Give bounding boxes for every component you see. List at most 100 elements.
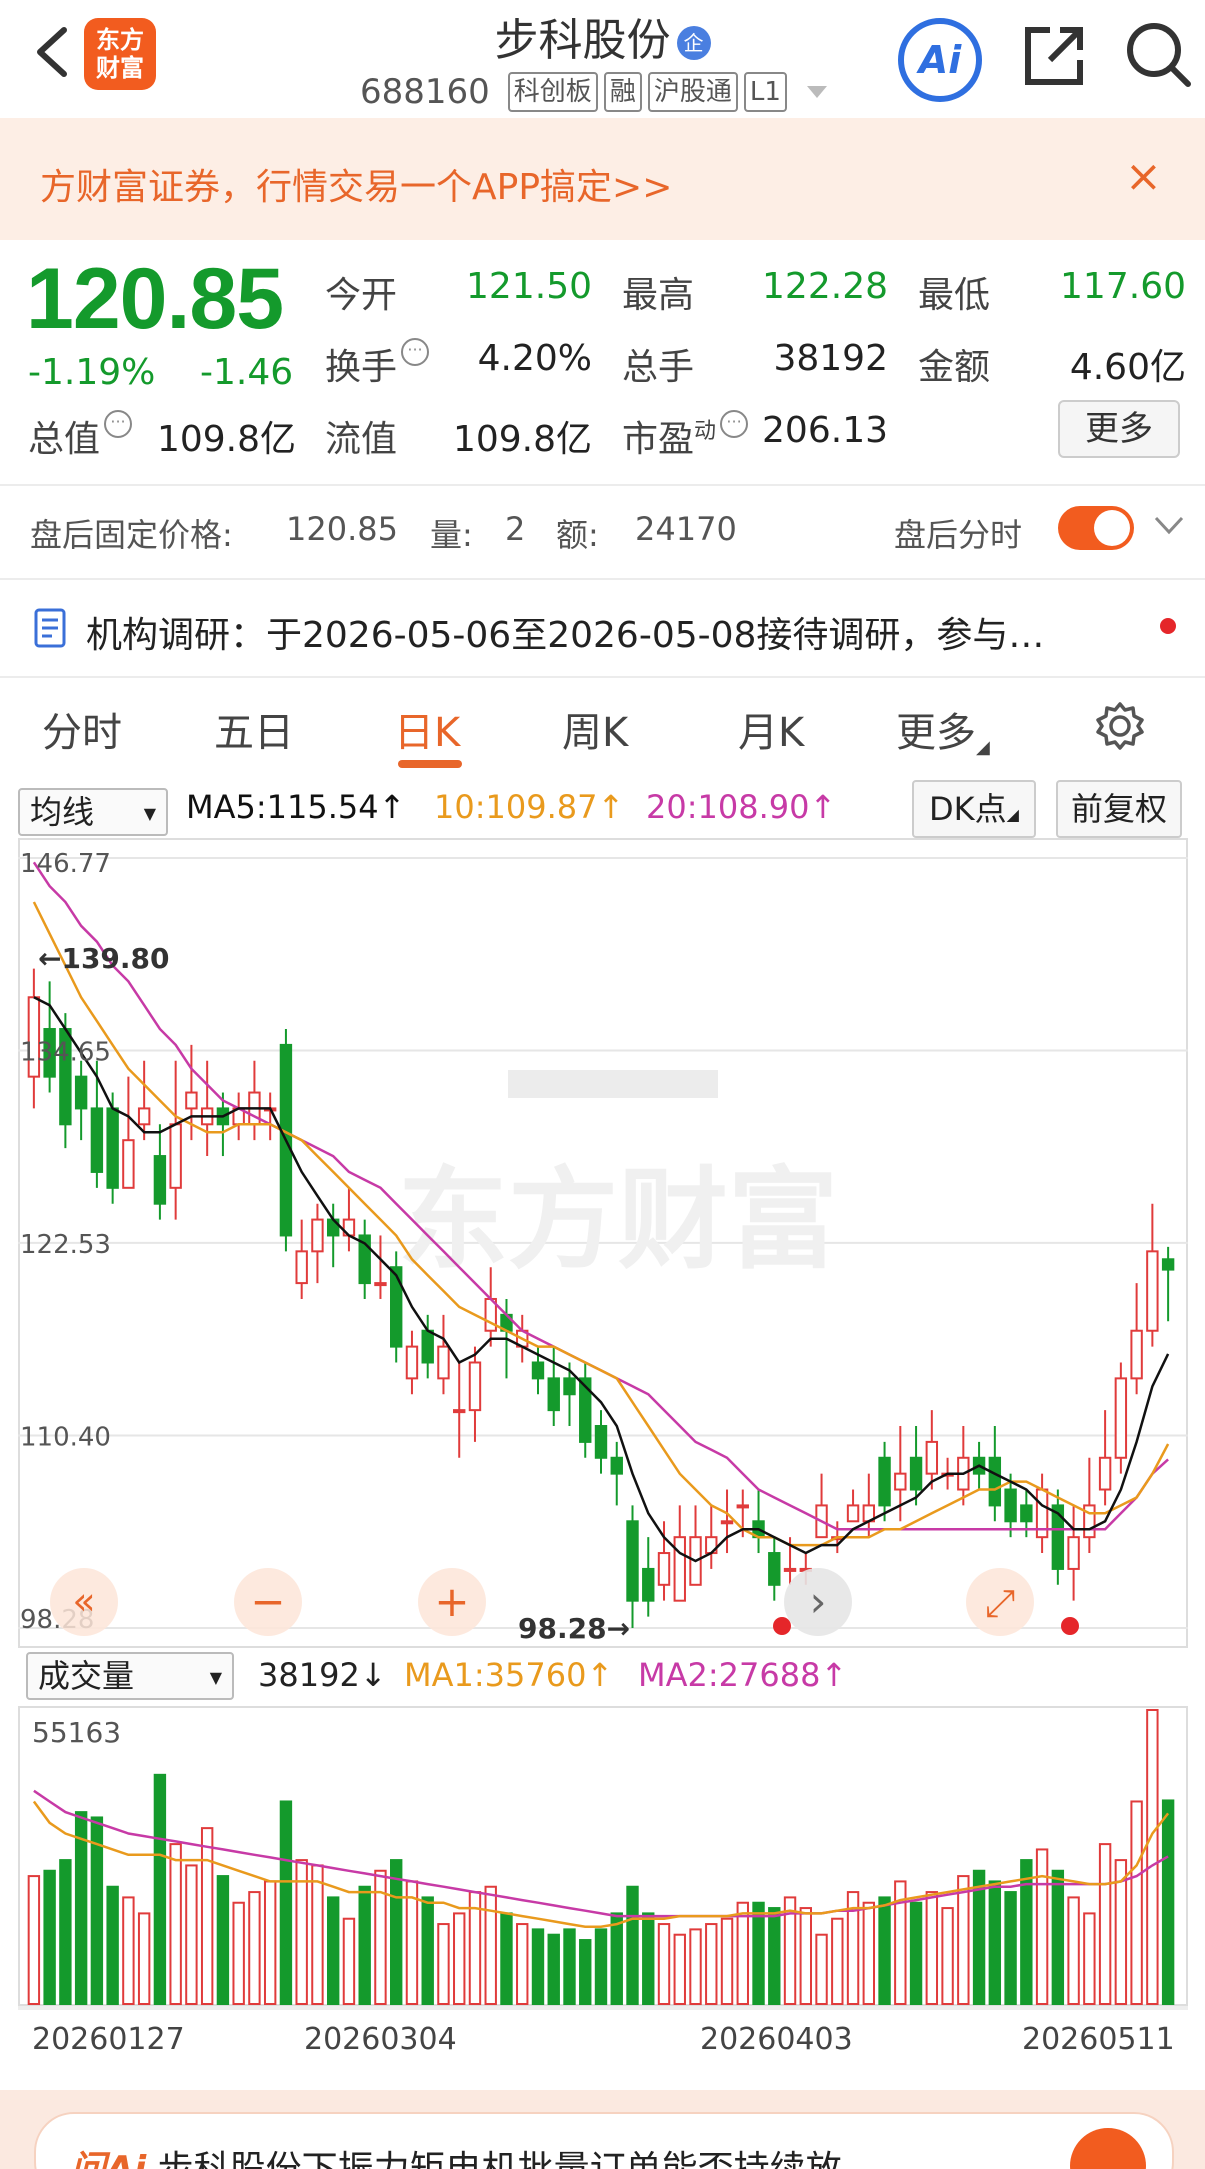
share-icon[interactable] [1020,22,1088,90]
current-price: 120.85 [26,251,284,347]
candle-body [405,1345,419,1380]
volume-bar [1067,1896,1080,2005]
dk-point-button[interactable]: DK点◢ [912,780,1036,838]
adjust-button[interactable]: 前复权 [1056,780,1182,838]
search-icon[interactable] [1122,18,1194,90]
research-doc-icon [34,608,66,648]
after-hours-amt-label: 额: [556,516,599,554]
candle-body [768,1552,781,1586]
volume-bar [1098,1843,1112,2005]
market-cap-label: 总值 ··· [28,410,133,462]
ai-promo-text[interactable]: 问Ai 步科股份下振力矩电机批量订单能否持续放 [70,2140,842,2169]
volume-bar [484,1885,497,2005]
banner-text[interactable]: 方财富证券，行情交易一个APP搞定>> [40,158,672,210]
indicator-select[interactable]: 均线 ▼ [18,788,168,836]
volume-max-tick: 55163 [32,1716,121,1749]
info-icon[interactable]: ··· [104,410,133,438]
volume-bar [122,1896,135,2005]
y-tick-label: 146.77 [20,849,111,879]
tag-level: L1 [743,72,787,112]
volume-bar [263,1880,277,2005]
watermark: 东方财富 [398,1156,838,1284]
after-hours-price: 120.85 [286,510,398,548]
x-label-date: 20260127 [32,2022,185,2057]
info-icon[interactable]: ··· [401,338,430,366]
volume-bar [106,1885,119,2005]
tab-more[interactable]: 更多◢ [896,700,990,758]
open-value: 121.50 [466,266,592,307]
amount-value: 4.60亿 [1069,347,1186,388]
volume-bar [988,1880,1002,2005]
candle-body [988,1456,1002,1507]
volume-bar [657,1923,671,2006]
tab-weekly-k[interactable]: 周K [562,700,628,758]
svg-text:›: › [810,1577,827,1626]
tag-star-market: 科创板 [507,72,598,112]
chevron-down-icon[interactable] [1152,508,1186,542]
high-value: 122.28 [762,266,888,307]
candle-body [153,1155,167,1205]
volume-bar [342,1917,356,2005]
volume-bar [878,1896,891,2005]
volume-bar [594,1928,608,2005]
ai-button[interactable]: Ai [898,18,982,102]
candle-body [563,1377,576,1396]
volume-bar [1146,1709,1159,2005]
volume-bar [232,1901,245,2005]
expand-icon[interactable]: ⤢ [966,1568,1034,1636]
research-notice[interactable]: 机构调研：于2026-05-06至2026-05-08接待调研，参与… [86,606,1136,658]
after-hours-toggle[interactable] [1058,506,1134,550]
candle-body [594,1425,608,1459]
settings-gear-icon[interactable] [1094,700,1146,752]
volume-bar [673,1933,686,2005]
volume-bar [1130,1800,1143,2005]
volume-chart[interactable]: 55163 [18,1706,1188,2006]
candle-body [437,1345,450,1380]
svg-text:«: « [72,1579,95,1623]
close-icon[interactable]: × [1125,155,1162,199]
more-button[interactable]: 更多 [1058,400,1180,458]
tab-five-day[interactable]: 五日 [214,700,294,758]
volume-bar [216,1875,230,2006]
candle-body [846,1504,860,1523]
volume-bar [326,1896,340,2005]
ma10-legend: 10:109.87↑ [434,788,625,826]
stock-code: 688160 [360,72,490,112]
market-cap-value: 109.8亿 [156,419,296,460]
change-percent: -1.19% [28,352,156,393]
volume-bar [1161,1799,1175,2005]
y-tick-label: 110.40 [20,1423,111,1453]
volume-bar [279,1800,293,2005]
after-hours-amt: 24170 [635,510,737,548]
tab-monthly-k[interactable]: 月K [738,700,804,758]
stock-code-row: 688160 科创板 融 沪股通 L1 [360,70,831,114]
candle-body [909,1456,923,1491]
dropdown-icon[interactable] [803,82,831,102]
tab-intraday[interactable]: 分时 [42,700,122,758]
scroll-right-button[interactable]: › [784,1568,852,1636]
volume-bar [831,1917,844,2005]
volume-bar [957,1875,970,2006]
blurred-overlay [508,1070,718,1098]
zoom-out-button[interactable]: − [234,1568,302,1636]
candle-body [421,1329,434,1364]
sub-indicator-select[interactable]: 成交量 ▼ [26,1652,234,1700]
volume-bar [374,1869,387,2005]
candle-body [1067,1536,1080,1570]
pe-value: 206.13 [762,410,888,451]
candle-body [531,1361,545,1380]
candle-body [468,1361,482,1412]
volume-bar [705,1923,718,2006]
low-label: 最低 [918,275,991,316]
candle-body [1020,1504,1033,1523]
volume-legend: 38192↓ [258,1656,387,1694]
kline-chart[interactable]: 东方财富 146.77134.65122.53110.4098.28 ←139.… [18,838,1188,1648]
vol-ma1-legend: MA1:35760↑ [404,1656,614,1694]
volume-bar [1004,1891,1017,2005]
candle-body [74,1075,88,1110]
zoom-in-button[interactable]: + [418,1568,486,1636]
tab-daily-k[interactable]: 日K [394,700,460,758]
candle-body [169,1123,182,1189]
divider [0,578,1205,580]
scroll-left-button[interactable]: « [50,1568,118,1636]
